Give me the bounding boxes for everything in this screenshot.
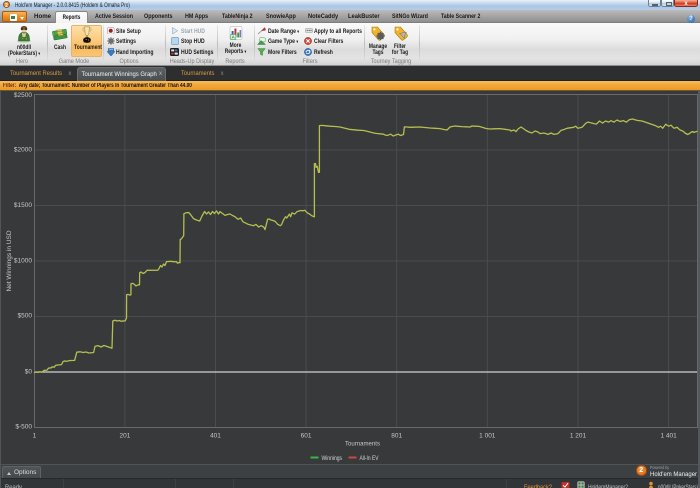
svg-text:$1000: $1000 (14, 257, 32, 264)
svg-text:201: 201 (119, 433, 130, 440)
svg-text:$500: $500 (18, 313, 33, 320)
svg-text:Tournaments: Tournaments (345, 441, 381, 448)
svg-text:$2500: $2500 (14, 92, 32, 99)
svg-text:Net Winnings in USD: Net Winnings in USD (6, 230, 13, 291)
svg-text:$1500: $1500 (14, 202, 32, 209)
svg-text:1 001: 1 001 (479, 433, 496, 440)
svg-text:601: 601 (301, 433, 312, 440)
svg-text:All-In EV: All-In EV (360, 455, 379, 462)
svg-text:1 201: 1 201 (570, 433, 587, 440)
svg-text:$2000: $2000 (14, 147, 32, 154)
svg-text:401: 401 (210, 433, 221, 440)
svg-text:1: 1 (33, 433, 37, 440)
svg-text:$0: $0 (25, 369, 33, 376)
svg-text:Winnings: Winnings (322, 455, 343, 462)
svg-text:$-500: $-500 (15, 424, 32, 431)
svg-text:1 401: 1 401 (660, 433, 677, 440)
svg-text:801: 801 (391, 433, 402, 440)
